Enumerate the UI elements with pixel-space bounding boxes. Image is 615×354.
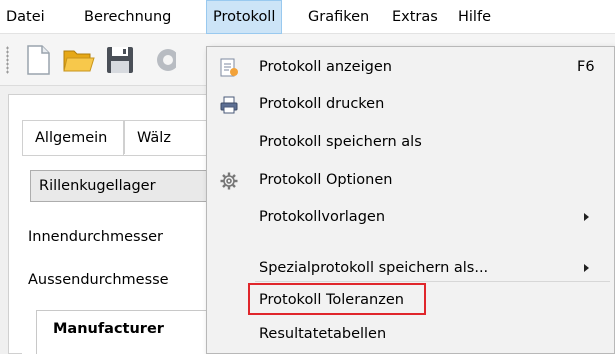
gear-icon: [219, 171, 239, 191]
menu-berechnung[interactable]: Berechnung: [78, 0, 177, 34]
menu-item-protokollvorlagen[interactable]: Protokollvorlagen: [207, 201, 615, 234]
bearing-type-select[interactable]: Rillenkugellager: [30, 170, 215, 202]
tab-allgemein[interactable]: Allgemein: [22, 120, 124, 156]
new-document-icon[interactable]: [22, 44, 54, 76]
menu-item-label: Protokoll anzeigen: [259, 59, 392, 75]
shortcut-label: F6: [577, 59, 595, 75]
inner-diameter-label: Innendurchmesser: [28, 229, 164, 245]
menu-item-label: Protokoll drucken: [259, 96, 385, 112]
menu-extras[interactable]: Extras: [386, 0, 444, 34]
toolbar-grip[interactable]: [6, 46, 9, 74]
open-folder-icon[interactable]: [62, 44, 95, 76]
menu-bar: Datei Berechnung Protokoll Grafiken Extr…: [0, 0, 615, 34]
menu-protokoll[interactable]: Protokoll: [206, 0, 283, 34]
report-view-icon: [219, 58, 239, 78]
highlight-box: [248, 283, 426, 315]
menu-item-label: Protokollvorlagen: [259, 209, 386, 225]
menu-item-protokoll-anzeigen[interactable]: Protokoll anzeigen F6: [207, 51, 615, 84]
menu-item-protokoll-speichern-als[interactable]: Protokoll speichern als: [207, 126, 615, 159]
menu-item-label: Protokoll speichern als: [259, 134, 422, 150]
menu-hilfe[interactable]: Hilfe: [452, 0, 497, 34]
menu-item-label: Protokoll Optionen: [259, 172, 393, 188]
table-header-manufacturer[interactable]: Manufacturer: [36, 310, 216, 354]
menu-grafiken[interactable]: Grafiken: [302, 0, 375, 34]
outer-diameter-label: Aussendurchmesse: [28, 272, 169, 288]
tab-waelz[interactable]: Wälz: [124, 120, 208, 154]
submenu-arrow-icon: [584, 213, 589, 221]
save-icon[interactable]: [104, 44, 136, 76]
menu-item-protokoll-optionen[interactable]: Protokoll Optionen: [207, 164, 615, 197]
menu-datei[interactable]: Datei: [0, 0, 51, 34]
menu-item-spezialprotokoll-speichern-als[interactable]: Spezialprotokoll speichern als...: [207, 252, 615, 285]
submenu-arrow-icon: [584, 264, 589, 272]
menu-item-label: Spezialprotokoll speichern als...: [259, 260, 489, 276]
menu-item-protokoll-drucken[interactable]: Protokoll drucken: [207, 88, 615, 121]
menu-item-resultatetabellen[interactable]: Resultatetabellen: [207, 318, 615, 351]
menu-item-label: Resultatetabellen: [259, 326, 387, 342]
printer-icon: [219, 95, 239, 115]
gear-icon[interactable]: [146, 44, 176, 76]
